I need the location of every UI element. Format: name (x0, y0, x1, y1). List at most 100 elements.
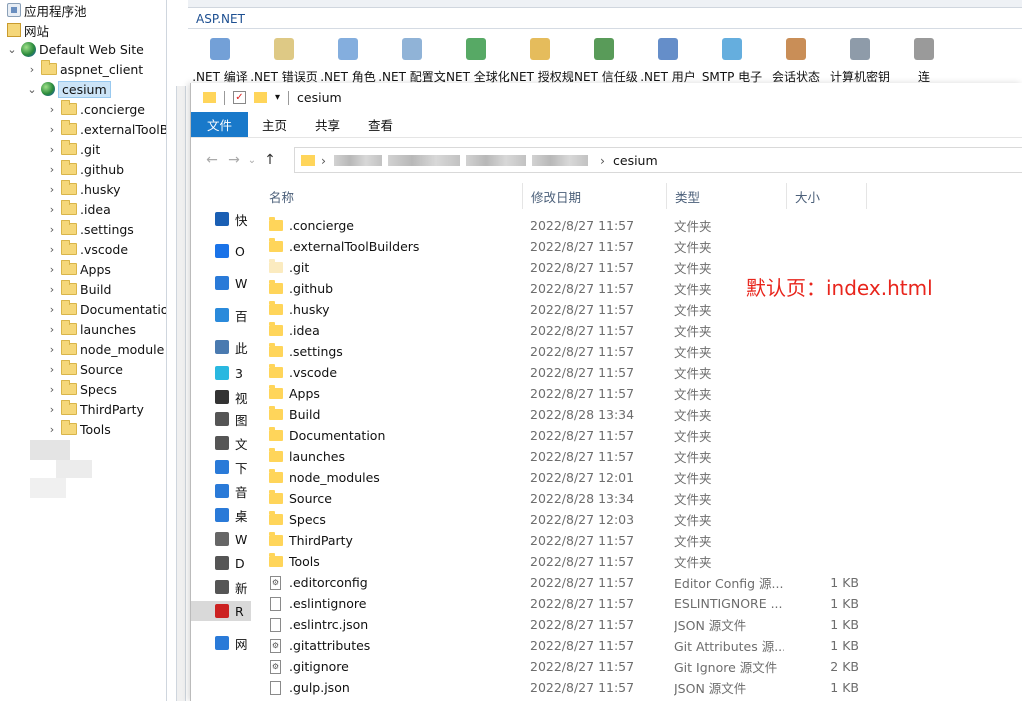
tree-item-child[interactable]: › ThirdParty (46, 399, 144, 419)
table-row[interactable]: .husky 2022/8/27 11:57 文件夹 (261, 299, 1022, 320)
tree-item-app-pools[interactable]: 应用程序池 (4, 0, 87, 20)
feature-item[interactable]: 连 (892, 34, 956, 84)
breadcrumb-current[interactable]: cesium (613, 153, 658, 168)
tree-item-aspnet-client[interactable]: › aspnet_client (26, 59, 143, 79)
tree-item-child[interactable]: › Source (46, 359, 123, 379)
nav-item[interactable]: 新 (215, 577, 248, 597)
collapse-chevron-icon[interactable]: ⌄ (26, 83, 38, 96)
tree-item-child[interactable]: › Documentatio (46, 299, 166, 319)
table-row[interactable]: .vscode 2022/8/27 11:57 文件夹 (261, 362, 1022, 383)
nav-item[interactable]: 文 (215, 433, 248, 453)
expand-chevron-icon[interactable]: › (46, 363, 58, 376)
tab-share[interactable]: 共享 (301, 112, 354, 137)
nav-item[interactable]: O (215, 241, 245, 261)
tree-item-default-site[interactable]: ⌄ Default Web Site (6, 39, 144, 59)
expand-chevron-icon[interactable]: › (46, 223, 58, 236)
tree-item-child[interactable]: › node_module (46, 339, 164, 359)
tree-item-cesium[interactable]: ⌄ cesium (26, 79, 111, 99)
column-header-type[interactable]: 类型 (667, 183, 787, 209)
tree-item-child[interactable]: › .settings (46, 219, 134, 239)
forward-arrow-icon[interactable]: → (223, 152, 245, 168)
nav-item[interactable]: 图 (215, 409, 248, 429)
expand-chevron-icon[interactable]: › (46, 423, 58, 436)
feature-item[interactable]: 会话状态 (764, 34, 828, 84)
nav-item[interactable]: 视 (215, 387, 248, 407)
nav-item[interactable]: W (215, 529, 247, 549)
table-row[interactable]: Apps 2022/8/27 11:57 文件夹 (261, 383, 1022, 404)
tree-item-child[interactable]: › .concierge (46, 99, 145, 119)
table-row[interactable]: node_modules 2022/8/27 12:01 文件夹 (261, 467, 1022, 488)
tree-item-child[interactable]: › Specs (46, 379, 117, 399)
tab-home[interactable]: 主页 (248, 112, 301, 137)
column-header-name[interactable]: 名称 (261, 183, 523, 209)
tree-item-child[interactable]: › Tools (46, 419, 111, 439)
expand-chevron-icon[interactable]: › (46, 183, 58, 196)
expand-chevron-icon[interactable]: › (46, 123, 58, 136)
tree-item-child[interactable]: › .externalToolB (46, 119, 166, 139)
nav-item[interactable]: 此 (215, 337, 248, 357)
expand-chevron-icon[interactable]: › (46, 283, 58, 296)
column-header-date[interactable]: 修改日期 (523, 183, 667, 209)
recent-chevron-icon[interactable]: ⌄ (245, 155, 259, 166)
table-row[interactable]: Documentation 2022/8/27 11:57 文件夹 (261, 425, 1022, 446)
tree-item-child[interactable]: › .husky (46, 179, 121, 199)
feature-item[interactable]: .NET 用户 (636, 34, 700, 84)
expand-chevron-icon[interactable]: › (46, 243, 58, 256)
tree-item-child[interactable]: › .github (46, 159, 124, 179)
nav-item[interactable]: 桌 (215, 505, 248, 525)
feature-item[interactable]: .NET 全球化 (442, 34, 510, 84)
table-row[interactable]: ⚙ .gitignore 2022/8/27 11:57 Git Ignore 源文件… (261, 656, 1022, 677)
nav-item[interactable]: 音 (215, 481, 248, 501)
table-row[interactable]: Build 2022/8/28 13:34 文件夹 (261, 404, 1022, 425)
collapse-chevron-icon[interactable]: ⌄ (6, 43, 18, 56)
splitter[interactable] (176, 0, 186, 701)
feature-item[interactable]: .NET 配置文 (378, 34, 446, 84)
nav-item[interactable]: 快 (215, 209, 248, 229)
tab-view[interactable]: 查看 (354, 112, 407, 137)
tree-item-child[interactable]: › Build (46, 279, 111, 299)
nav-item[interactable]: 网 (215, 633, 248, 653)
expand-chevron-icon[interactable]: › (46, 323, 58, 336)
table-row[interactable]: .concierge 2022/8/27 11:57 文件夹 (261, 215, 1022, 236)
tree-item-sites[interactable]: 网站 (4, 20, 49, 40)
breadcrumb-chevron-icon[interactable]: › (600, 153, 605, 168)
table-row[interactable]: launches 2022/8/27 11:57 文件夹 (261, 446, 1022, 467)
table-row[interactable]: ⚙ .editorconfig 2022/8/27 11:57 Editor Conf… (261, 572, 1022, 593)
nav-item[interactable]: 百 (215, 305, 248, 325)
up-arrow-icon[interactable]: ↑ (259, 152, 281, 168)
expand-chevron-icon[interactable]: › (46, 203, 58, 216)
tree-item-child[interactable]: › .vscode (46, 239, 128, 259)
feature-item[interactable]: .NET 错误页 (250, 34, 318, 84)
expand-chevron-icon[interactable]: › (46, 263, 58, 276)
table-row[interactable]: Specs 2022/8/27 12:03 文件夹 (261, 509, 1022, 530)
expand-chevron-icon[interactable]: › (46, 143, 58, 156)
address-box[interactable]: › › cesium (294, 147, 1022, 173)
expand-chevron-icon[interactable]: › (46, 303, 58, 316)
feature-item[interactable]: SMTP 电子 (700, 34, 764, 84)
tree-item-child[interactable]: › .idea (46, 199, 111, 219)
nav-item[interactable]: W (215, 273, 247, 293)
properties-check-icon[interactable]: ✓ (233, 91, 246, 104)
expand-chevron-icon[interactable]: › (46, 103, 58, 116)
tab-file[interactable]: 文件 (191, 112, 249, 137)
feature-item[interactable]: 计算机密钥 (828, 34, 892, 84)
quick-access-dropdown-icon[interactable]: ▾ (275, 92, 280, 103)
tree-item-child[interactable]: › launches (46, 319, 136, 339)
expand-chevron-icon[interactable]: › (46, 343, 58, 356)
table-row[interactable]: .gulp.json 2022/8/27 11:57 JSON 源文件 1 KB (261, 677, 1022, 698)
nav-item[interactable]: 下 (215, 457, 248, 477)
expand-chevron-icon[interactable]: › (26, 63, 38, 76)
feature-item[interactable]: .NET 编译 (188, 34, 252, 84)
nav-item[interactable]: R (191, 601, 251, 621)
expand-chevron-icon[interactable]: › (46, 383, 58, 396)
table-row[interactable]: Tools 2022/8/27 11:57 文件夹 (261, 551, 1022, 572)
nav-item[interactable]: D (215, 553, 245, 573)
table-row[interactable]: .eslintignore 2022/8/27 11:57 ESLINTIGNORE… (261, 593, 1022, 614)
feature-item[interactable]: .NET 角色 (316, 34, 380, 84)
breadcrumb-chevron-icon[interactable]: › (321, 153, 326, 168)
nav-item[interactable]: 3 (215, 363, 243, 383)
tree-item-child[interactable]: › Apps (46, 259, 111, 279)
feature-item[interactable]: .NET 信任级 (570, 34, 638, 84)
table-row[interactable]: .idea 2022/8/27 11:57 文件夹 (261, 320, 1022, 341)
table-row[interactable]: Source 2022/8/28 13:34 文件夹 (261, 488, 1022, 509)
